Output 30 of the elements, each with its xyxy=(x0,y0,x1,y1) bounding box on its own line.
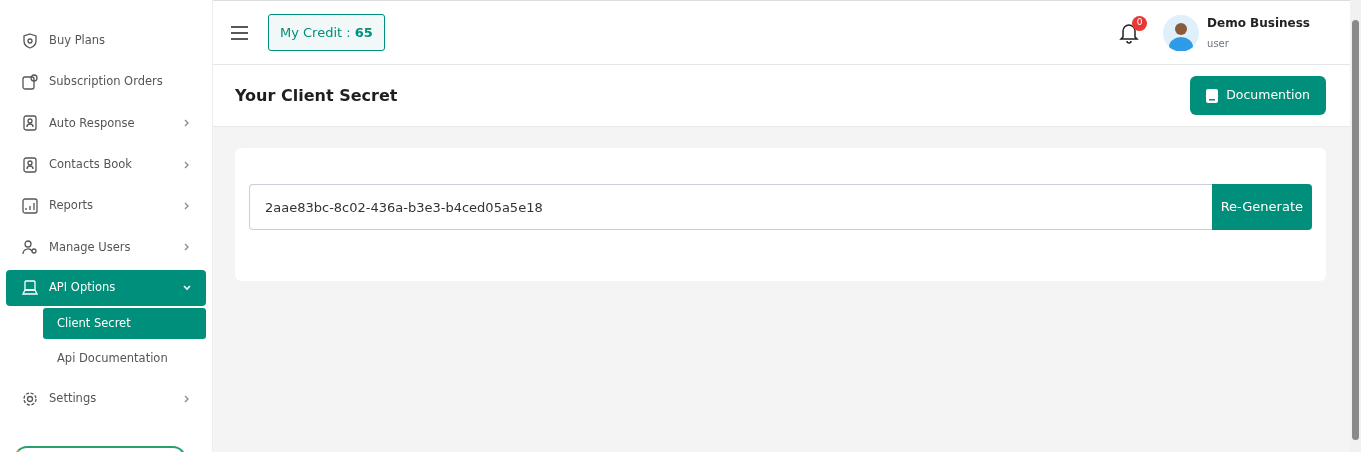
submenu-item[interactable]: Client Secret xyxy=(43,307,206,340)
shield-icon xyxy=(22,32,38,49)
sidebar-item[interactable]: API Options xyxy=(6,269,206,306)
user-role: user xyxy=(1207,37,1230,51)
secret-field[interactable]: 2aae83bc-8c02-436a-b3e3-b4ced05a5e18 xyxy=(249,184,1212,230)
sidebar-item[interactable]: Subscription Orders xyxy=(6,61,206,103)
user-gear-icon xyxy=(22,239,38,256)
book-icon xyxy=(1206,88,1219,103)
regenerate-button[interactable]: Re-Generate xyxy=(1211,184,1312,230)
page-title: Your Client Secret xyxy=(235,84,398,107)
contact-card-icon xyxy=(22,156,38,173)
avatar-icon[interactable] xyxy=(1163,14,1200,51)
chart-icon xyxy=(22,197,38,214)
credit-badge: My Credit : 65 xyxy=(268,13,385,52)
contact-card-icon xyxy=(22,115,38,132)
laptop-icon xyxy=(22,279,38,296)
notification-count: 0 xyxy=(1132,15,1148,31)
sidebar-item[interactable]: Buy Plans xyxy=(6,20,206,62)
documentation-button[interactable]: Documention xyxy=(1190,76,1326,115)
sidebar-item[interactable]: Manage Users xyxy=(6,226,206,268)
chevron-down-icon xyxy=(182,282,192,293)
submenu-item[interactable]: Api Documentation xyxy=(43,343,206,375)
sidebar-item[interactable]: Contacts Book xyxy=(6,143,206,186)
gear-icon xyxy=(22,390,38,407)
sidebar-item[interactable]: Settings xyxy=(6,378,206,420)
user-name: Demo Business xyxy=(1207,15,1310,32)
sidebar-item[interactable]: Auto Response xyxy=(6,102,206,144)
sidebar-item[interactable]: Reports xyxy=(6,185,206,227)
clipboard-icon xyxy=(22,73,38,90)
menu-icon[interactable] xyxy=(231,25,248,40)
